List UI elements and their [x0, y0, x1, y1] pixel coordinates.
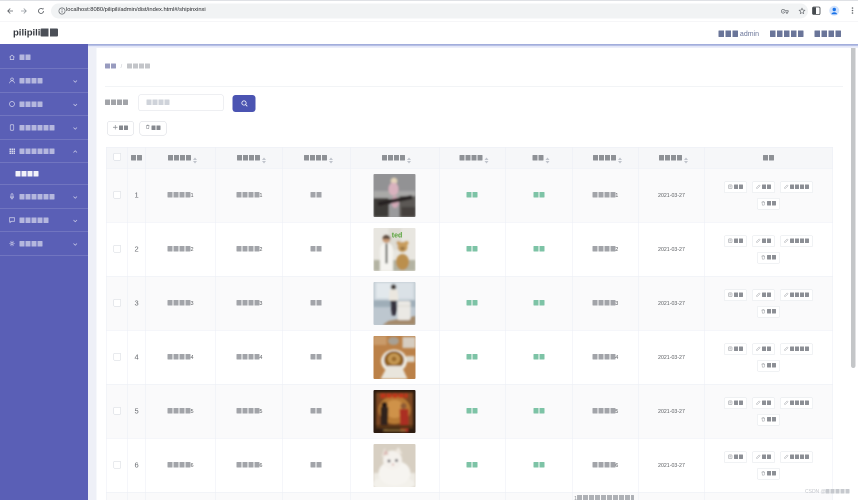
svg-text:ted: ted: [392, 232, 403, 239]
